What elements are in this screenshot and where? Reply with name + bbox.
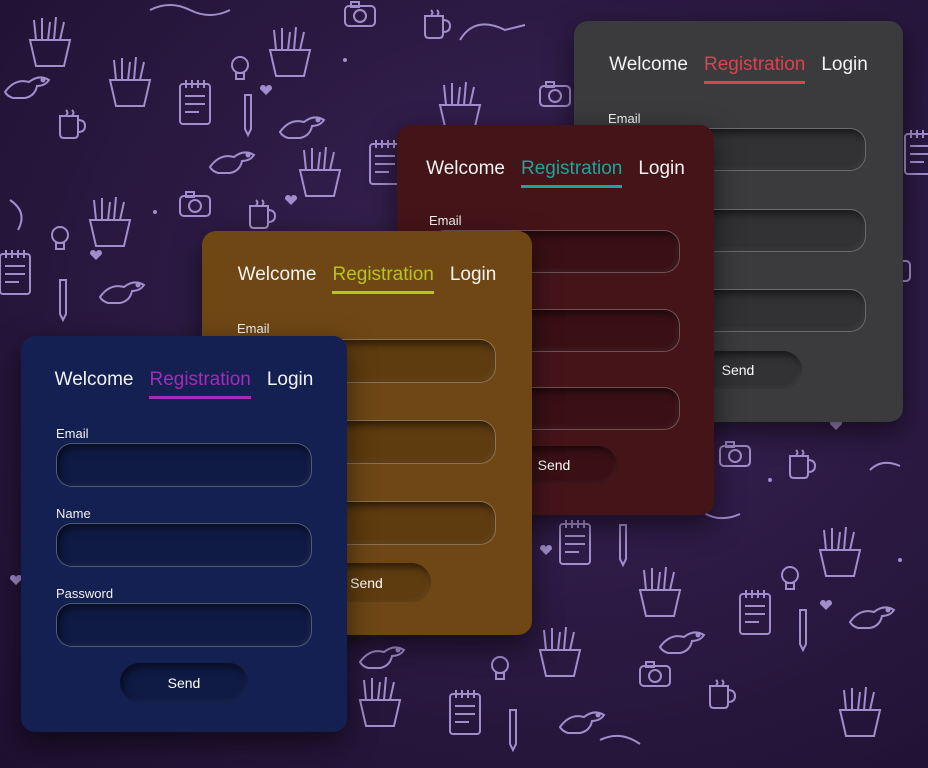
email-label: Email — [429, 213, 462, 228]
tab-bar: Welcome Registration Login — [202, 264, 532, 294]
tab-welcome[interactable]: Welcome — [609, 54, 688, 84]
tab-registration[interactable]: Registration — [149, 369, 251, 399]
tab-registration[interactable]: Registration — [520, 158, 623, 188]
tab-registration[interactable]: Registration — [703, 54, 806, 84]
name-field[interactable] — [56, 523, 312, 567]
send-button[interactable]: Send — [120, 663, 248, 702]
password-label: Password — [56, 586, 114, 601]
email-field[interactable] — [56, 443, 312, 487]
tab-bar: Welcome Registration Login — [574, 54, 903, 84]
tab-bar: Welcome Registration Login — [21, 369, 347, 399]
email-label: Email — [237, 321, 270, 336]
tab-welcome[interactable]: Welcome — [238, 264, 317, 294]
tab-login[interactable]: Login — [267, 369, 314, 399]
name-label: Name — [56, 506, 91, 521]
tab-login[interactable]: Login — [638, 158, 685, 188]
tab-welcome[interactable]: Welcome — [426, 158, 505, 188]
tab-login[interactable]: Login — [450, 264, 497, 294]
tab-welcome[interactable]: Welcome — [55, 369, 134, 399]
password-field[interactable] — [56, 603, 312, 647]
email-label: Email — [608, 111, 641, 126]
email-label: Email — [56, 426, 89, 441]
tab-bar: Welcome Registration Login — [397, 158, 714, 188]
tab-registration[interactable]: Registration — [332, 264, 434, 294]
tab-login[interactable]: Login — [821, 54, 868, 84]
navy-registration-card: Welcome Registration Login Email Name Pa… — [21, 336, 347, 732]
